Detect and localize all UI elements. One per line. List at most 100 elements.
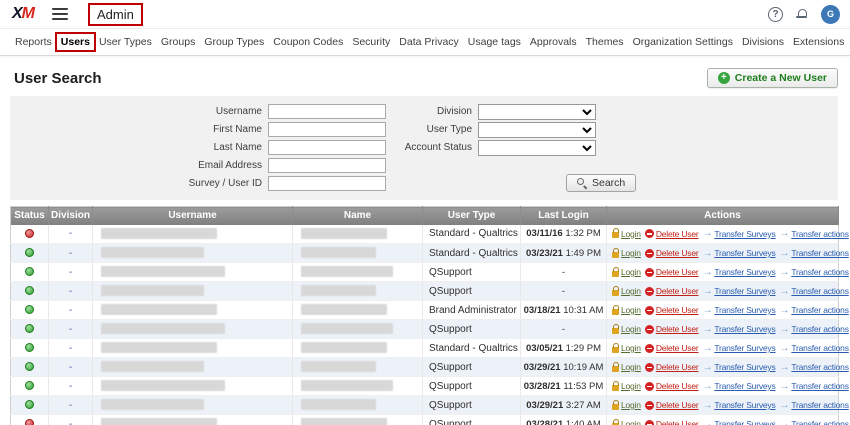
- login-link[interactable]: Login: [612, 305, 641, 315]
- name-cell: [293, 377, 423, 396]
- email-address-input[interactable]: [268, 158, 386, 173]
- tab-security[interactable]: Security: [352, 36, 390, 48]
- delete-user-link[interactable]: Delete User: [645, 267, 699, 277]
- user-type-label: User Type: [386, 124, 478, 135]
- transfer-surveys-link[interactable]: →Transfer Surveys: [703, 305, 776, 316]
- delete-user-link[interactable]: Delete User: [645, 305, 699, 315]
- xm-logo[interactable]: XM: [12, 5, 34, 23]
- plus-icon: +: [718, 72, 730, 84]
- delete-user-link[interactable]: Delete User: [645, 324, 699, 334]
- user-type-select[interactable]: [478, 122, 596, 138]
- create-new-user-label: Create a New User: [735, 72, 827, 84]
- login-link[interactable]: Login: [612, 286, 641, 296]
- status-cell: [11, 263, 49, 282]
- notifications-icon[interactable]: [796, 8, 808, 20]
- transfer-actions-link[interactable]: →Transfer actions: [780, 286, 849, 297]
- transfer-surveys-link[interactable]: →Transfer Surveys: [703, 400, 776, 411]
- transfer-surveys-link[interactable]: →Transfer Surveys: [703, 248, 776, 259]
- transfer-actions-link[interactable]: →Transfer actions: [780, 419, 849, 425]
- help-icon[interactable]: ?: [768, 7, 783, 22]
- transfer-actions-link[interactable]: →Transfer actions: [780, 305, 849, 316]
- transfer-actions-link[interactable]: →Transfer actions: [780, 228, 849, 239]
- account-status-label: Account Status: [386, 142, 478, 153]
- delete-user-link[interactable]: Delete User: [645, 419, 699, 425]
- login-link[interactable]: Login: [612, 229, 641, 239]
- tab-themes[interactable]: Themes: [586, 36, 624, 48]
- transfer-surveys-link[interactable]: →Transfer Surveys: [703, 324, 776, 335]
- transfer-actions-link[interactable]: →Transfer actions: [780, 267, 849, 278]
- page-head: User Search + Create a New User: [0, 56, 850, 94]
- delete-user-link[interactable]: Delete User: [645, 400, 699, 410]
- login-link[interactable]: Login: [612, 381, 641, 391]
- login-link[interactable]: Login: [612, 343, 641, 353]
- delete-user-link[interactable]: Delete User: [645, 343, 699, 353]
- tab-group-types[interactable]: Group Types: [204, 36, 264, 48]
- transfer-surveys-link[interactable]: →Transfer Surveys: [703, 267, 776, 278]
- login-link[interactable]: Login: [612, 267, 641, 277]
- username-cell: [93, 396, 293, 415]
- hamburger-menu-icon[interactable]: [52, 8, 68, 20]
- delete-user-link[interactable]: Delete User: [645, 362, 699, 372]
- transfer-surveys-link[interactable]: →Transfer Surveys: [703, 419, 776, 425]
- status-cell: [11, 396, 49, 415]
- transfer-arrow-icon: →: [780, 381, 790, 392]
- transfer-surveys-link[interactable]: →Transfer Surveys: [703, 362, 776, 373]
- login-link[interactable]: Login: [612, 362, 641, 372]
- transfer-arrow-icon: →: [703, 343, 713, 354]
- login-link[interactable]: Login: [612, 248, 641, 258]
- delete-user-link[interactable]: Delete User: [645, 381, 699, 391]
- create-new-user-button[interactable]: + Create a New User: [707, 68, 838, 88]
- redacted-username: [101, 304, 217, 315]
- tab-groups[interactable]: Groups: [161, 36, 195, 48]
- tab-users[interactable]: Users: [55, 32, 96, 52]
- delete-user-link[interactable]: Delete User: [645, 229, 699, 239]
- tab-extensions[interactable]: Extensions: [793, 36, 844, 48]
- tab-divisions[interactable]: Divisions: [742, 36, 784, 48]
- transfer-actions-link[interactable]: →Transfer actions: [780, 324, 849, 335]
- transfer-actions-link[interactable]: →Transfer actions: [780, 381, 849, 392]
- username-input[interactable]: [268, 104, 386, 119]
- transfer-actions-link[interactable]: →Transfer actions: [780, 248, 849, 259]
- delete-user-link[interactable]: Delete User: [645, 286, 699, 296]
- transfer-actions-link[interactable]: →Transfer actions: [780, 400, 849, 411]
- transfer-actions-link[interactable]: →Transfer actions: [780, 343, 849, 354]
- redacted-name: [301, 323, 393, 334]
- transfer-surveys-link[interactable]: →Transfer Surveys: [703, 286, 776, 297]
- tab-organization-settings[interactable]: Organization Settings: [633, 36, 733, 48]
- login-link[interactable]: Login: [612, 400, 641, 410]
- delete-user-link[interactable]: Delete User: [645, 248, 699, 258]
- table-row: - QSupport 03/29/21 3:27 AM Login Delete…: [11, 396, 839, 415]
- status-cell: [11, 301, 49, 320]
- division-cell: -: [49, 377, 93, 396]
- transfer-surveys-link[interactable]: →Transfer Surveys: [703, 381, 776, 392]
- transfer-actions-link[interactable]: →Transfer actions: [780, 362, 849, 373]
- tab-user-types[interactable]: User Types: [99, 36, 152, 48]
- admin-nav: ReportsUsersUser Types Groups Group Types C…: [0, 29, 850, 56]
- last-name-input[interactable]: [268, 140, 386, 155]
- tab-approvals[interactable]: Approvals: [530, 36, 577, 48]
- login-link[interactable]: Login: [612, 324, 641, 334]
- last-login-cell: 03/18/21 10:31 AM: [521, 301, 607, 320]
- login-link[interactable]: Login: [612, 419, 641, 425]
- search-button-label: Search: [592, 177, 625, 189]
- tab-coupon-codes[interactable]: Coupon Codes: [273, 36, 343, 48]
- transfer-surveys-link[interactable]: →Transfer Surveys: [703, 343, 776, 354]
- redacted-username: [101, 228, 217, 239]
- transfer-surveys-link[interactable]: →Transfer Surveys: [703, 228, 776, 239]
- lock-icon: [612, 252, 619, 258]
- col-header-username: Username: [93, 207, 293, 225]
- tab-data-privacy[interactable]: Data Privacy: [399, 36, 459, 48]
- user-avatar[interactable]: G: [821, 5, 840, 24]
- status-icon: [25, 305, 34, 314]
- division-cell: -: [49, 396, 93, 415]
- redacted-name: [301, 304, 387, 315]
- redacted-username: [101, 285, 204, 296]
- division-select[interactable]: [478, 104, 596, 120]
- tab-usage-tags[interactable]: Usage tags: [468, 36, 521, 48]
- tab-reports[interactable]: Reports: [15, 36, 52, 48]
- lock-icon: [612, 309, 619, 315]
- first-name-input[interactable]: [268, 122, 386, 137]
- survey-user-id-input[interactable]: [268, 176, 386, 191]
- account-status-select[interactable]: [478, 140, 596, 156]
- search-button[interactable]: Search: [566, 174, 636, 192]
